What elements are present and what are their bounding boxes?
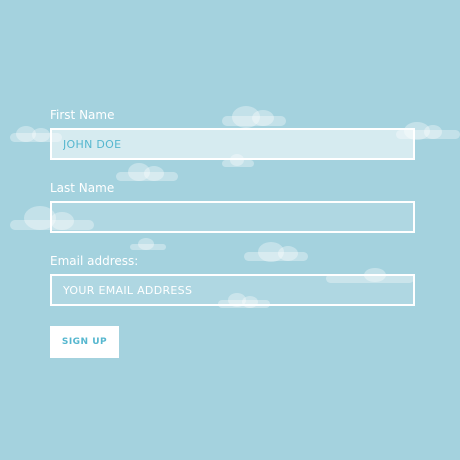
last-name-label: Last Name: [50, 181, 115, 195]
first-name-label: First Name: [50, 108, 115, 122]
email-input[interactable]: [50, 274, 415, 306]
signup-form: First Name Last Name Email address: SIGN…: [50, 108, 415, 358]
first-name-input[interactable]: [50, 128, 415, 160]
email-label: Email address:: [50, 254, 139, 268]
sign-up-button[interactable]: SIGN UP: [50, 326, 119, 358]
last-name-input[interactable]: [50, 201, 415, 233]
